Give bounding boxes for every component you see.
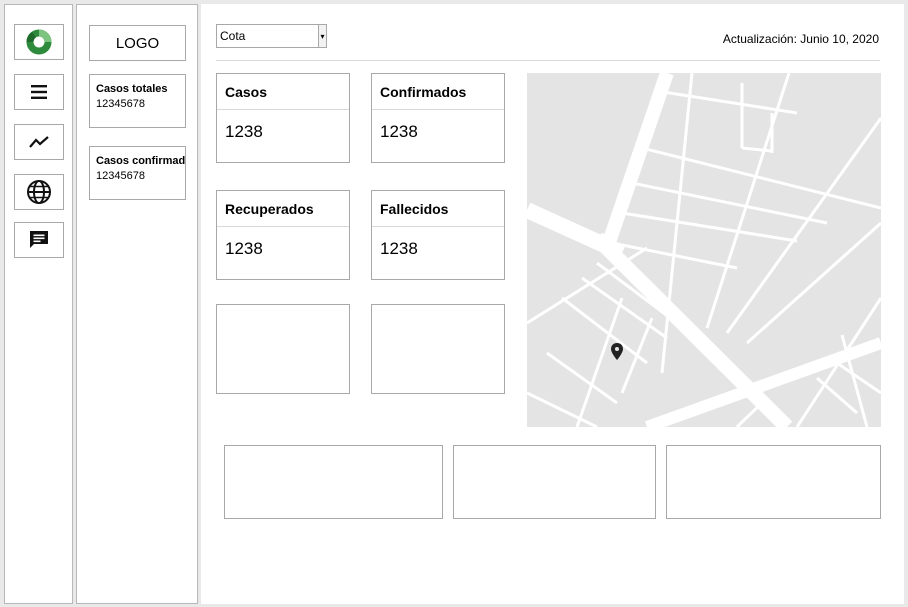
- trend-line-icon: [29, 136, 49, 148]
- world-button[interactable]: [14, 174, 64, 210]
- summary-sidebar: LOGO Casos totales 12345678 Casos confir…: [76, 4, 198, 604]
- bottom-panel-center: [453, 445, 656, 519]
- globe-icon: [27, 180, 51, 204]
- last-updated-label: Actualización: Junio 10, 2020: [722, 32, 879, 46]
- street-map: [527, 73, 881, 427]
- menu-icon: [31, 85, 47, 99]
- stat-card-confirmed[interactable]: Confirmados 1238: [371, 73, 505, 163]
- icon-rail: [4, 4, 73, 604]
- location-select[interactable]: Cota ▾: [216, 24, 327, 48]
- stat-card-recovered[interactable]: Recuperados 1238: [216, 190, 350, 280]
- summary-card-total[interactable]: Casos totales 12345678: [89, 74, 186, 128]
- header-divider: [216, 60, 880, 61]
- summary-card-title: Casos confirmados: [96, 155, 186, 167]
- dropdown-arrow-icon[interactable]: ▾: [318, 25, 326, 47]
- stat-card-value: 1238: [225, 122, 263, 141]
- summary-card-title: Casos totales: [96, 83, 168, 95]
- messages-button[interactable]: [14, 222, 64, 258]
- stat-card-label: Recuperados: [217, 191, 349, 227]
- donut-chart-icon: [26, 29, 52, 55]
- stat-card-label: Fallecidos: [372, 191, 504, 227]
- empty-card: [371, 304, 505, 394]
- stat-card-value: 1238: [380, 239, 418, 258]
- stat-card-deceased[interactable]: Fallecidos 1238: [371, 190, 505, 280]
- summary-card-value: 12345678: [96, 170, 145, 182]
- menu-button[interactable]: [14, 74, 64, 110]
- empty-card: [216, 304, 350, 394]
- logo: LOGO: [89, 25, 186, 61]
- stat-card-value: 1238: [225, 239, 263, 258]
- trends-button[interactable]: [14, 124, 64, 160]
- summary-card-confirmed[interactable]: Casos confirmados 12345678: [89, 146, 186, 200]
- map-view[interactable]: [527, 73, 881, 427]
- stat-card-label: Confirmados: [372, 74, 504, 110]
- stat-card-value: 1238: [380, 122, 418, 141]
- stat-card-label: Casos: [217, 74, 349, 110]
- bottom-panel-right: [666, 445, 881, 519]
- stat-card-cases[interactable]: Casos 1238: [216, 73, 350, 163]
- map-pin-icon[interactable]: [611, 343, 623, 360]
- bottom-panel-left: [224, 445, 443, 519]
- summary-card-value: 12345678: [96, 98, 145, 110]
- main-content: Cota ▾ Actualización: Junio 10, 2020 Cas…: [201, 4, 904, 604]
- location-select-value: Cota: [220, 29, 246, 43]
- chat-icon: [30, 231, 48, 248]
- dashboard-button[interactable]: [14, 24, 64, 60]
